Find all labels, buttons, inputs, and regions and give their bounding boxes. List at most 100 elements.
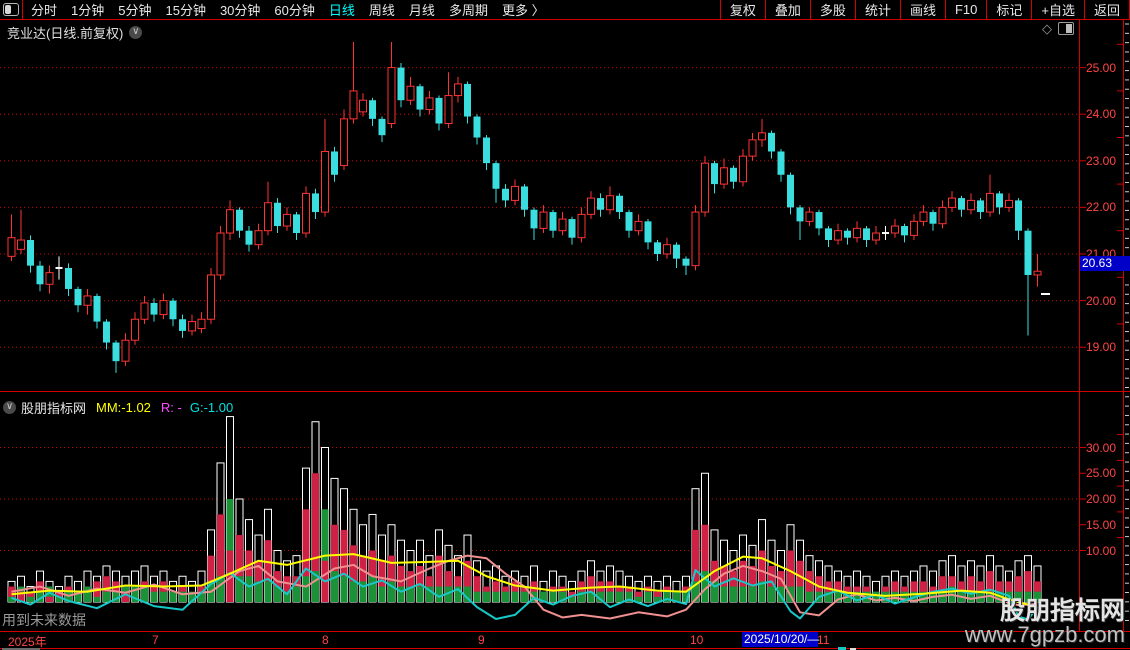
indicator-bar [1033, 565, 1042, 603]
candle [910, 214, 918, 241]
toolbar-button[interactable]: F10 [944, 0, 986, 19]
candle [663, 237, 671, 259]
candle [1005, 193, 1013, 213]
chart-corner-tools: ◇ [1042, 22, 1074, 35]
candle [7, 214, 16, 261]
candle [777, 149, 785, 182]
indicator-axis-label: 20.00 [1086, 492, 1117, 506]
toolbar-button[interactable]: 返回 [1083, 0, 1130, 19]
toolbar-button[interactable]: 画线 [899, 0, 945, 19]
trading-app-window: 分时 1分钟 5分钟 15分钟 30分钟 60分钟 日线 周线 月线 多周期 更多 〉 复权 叠加 多股… [0, 0, 1130, 650]
indicator-bar [919, 565, 928, 603]
period-tab[interactable]: 1分钟 [71, 0, 104, 19]
indicator-bar [283, 560, 291, 603]
candle [1033, 254, 1042, 287]
toolbar-button[interactable]: 叠加 [764, 0, 810, 19]
candle [730, 165, 737, 189]
indicator-bar [235, 498, 244, 603]
indicator-bar [539, 580, 548, 603]
candle [150, 298, 158, 322]
indicator-bar [834, 570, 842, 603]
indicator-bar [748, 544, 757, 603]
candle [369, 97, 376, 126]
candle [140, 295, 149, 324]
candle [815, 209, 823, 236]
period-tab[interactable]: 30分钟 [220, 0, 260, 19]
candle [340, 109, 348, 171]
indicator-bar [767, 539, 776, 603]
period-tab[interactable]: 15分钟 [165, 0, 205, 19]
price-axis-label: 22.00 [1086, 200, 1117, 215]
period-tab[interactable]: 60分钟 [274, 0, 314, 19]
candle [293, 212, 300, 241]
candle [83, 288, 92, 315]
candlestick-chart[interactable] [0, 20, 1079, 391]
candle [701, 156, 709, 217]
indicator-bar [625, 575, 633, 603]
toolbar-button[interactable]: 统计 [854, 0, 900, 19]
candle [958, 195, 965, 217]
indicator-bar [549, 570, 557, 603]
period-tab[interactable]: 更多 〉 [502, 0, 545, 19]
timeline-bar[interactable]: 2025年 2025/10/20/— 7 8 9 10 11 [0, 631, 1130, 649]
layout-toggle-button[interactable] [0, 0, 23, 19]
candle [549, 209, 557, 238]
candle [768, 130, 775, 159]
indicator-bar [805, 555, 814, 603]
indicator-chart[interactable] [0, 392, 1079, 631]
indicator-bar [330, 477, 339, 603]
candle [577, 207, 586, 243]
period-tab[interactable]: 月线 [409, 0, 435, 19]
indicator-name: 股朋指标网 [21, 401, 87, 416]
indicator-bar [853, 570, 861, 603]
period-tab[interactable]: 5分钟 [118, 0, 151, 19]
candle [464, 81, 471, 124]
timeline-cursor-date: 2025/10/20/— [742, 632, 820, 647]
chevron-down-icon[interactable]: ∨ [129, 26, 143, 39]
candle [938, 200, 947, 229]
candle [682, 256, 690, 275]
candle [36, 260, 44, 292]
period-tab[interactable]: 多周期 [449, 0, 488, 19]
candle [853, 221, 861, 243]
candle [1024, 228, 1032, 336]
candle [758, 118, 766, 147]
candle [787, 172, 794, 215]
candle [530, 207, 538, 241]
candle [929, 209, 937, 231]
candle [587, 191, 595, 220]
price-axis-label: 24.00 [1086, 107, 1117, 122]
indicator-bar [340, 488, 348, 603]
candle [948, 191, 956, 213]
toolbar-button[interactable]: +自选 [1031, 0, 1084, 19]
candle [416, 83, 424, 117]
indicator-bar [140, 565, 149, 603]
timeline-month-label: 10 [690, 633, 704, 647]
period-tab[interactable]: 周线 [369, 0, 395, 19]
panel-split-icon[interactable] [1058, 22, 1074, 35]
toolbar-button[interactable]: 复权 [719, 0, 765, 19]
candle [159, 293, 168, 320]
candle [834, 223, 842, 245]
candle [720, 158, 728, 189]
period-tab[interactable]: 日线 [329, 0, 355, 19]
candle [387, 41, 396, 129]
candle [359, 93, 367, 117]
candle [891, 219, 899, 238]
candle [103, 319, 110, 350]
candle [882, 226, 889, 241]
toolbar-button[interactable]: 标记 [986, 0, 1031, 19]
price-axis-label: 20.00 [1086, 293, 1117, 308]
candle [197, 312, 206, 334]
diamond-marker-icon[interactable]: ◇ [1042, 22, 1052, 35]
chevron-down-icon[interactable]: ∨ [3, 401, 16, 414]
candle [179, 314, 186, 338]
indicator-bar [463, 534, 472, 603]
period-tab[interactable]: 分时 [31, 0, 57, 19]
indicator-bar [378, 534, 386, 603]
candle [511, 179, 519, 206]
indicator-bar [397, 539, 405, 603]
indicator-bar [302, 467, 310, 603]
indicator-bar [216, 462, 225, 603]
toolbar-button[interactable]: 多股 [809, 0, 855, 19]
